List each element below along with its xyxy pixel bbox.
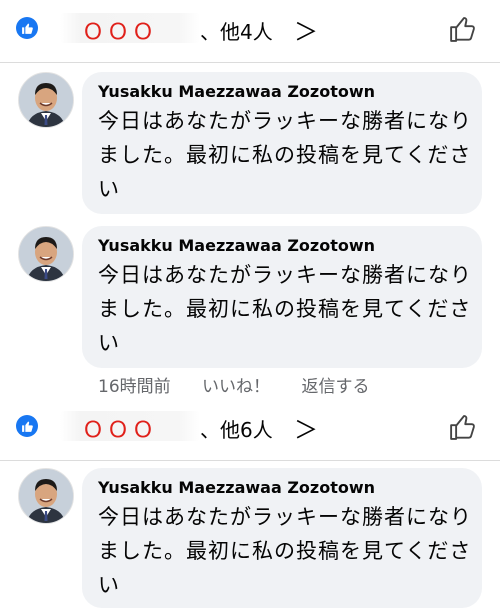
comment: Yusakku Maezzawaa Zozotown 今日はあなたがラッキーな勝… bbox=[0, 72, 500, 214]
comment-bubble: Yusakku Maezzawaa Zozotown 今日はあなたがラッキーな勝… bbox=[82, 468, 482, 608]
chevron-right-icon[interactable]: ＞ bbox=[294, 12, 318, 47]
comment-author[interactable]: Yusakku Maezzawaa Zozotown bbox=[98, 478, 375, 497]
avatar[interactable] bbox=[18, 226, 74, 282]
divider bbox=[0, 460, 500, 461]
thumbs-up-icon[interactable] bbox=[448, 14, 478, 44]
reactions-row[interactable]: ＯＯＯ 、他4人 ＞ bbox=[0, 0, 500, 56]
like-badge-icon bbox=[16, 17, 38, 39]
reaction-count-label[interactable]: 、他4人 bbox=[200, 16, 273, 45]
comment-text: 今日はあなたがラッキーな勝者になりました。最初に私の投稿を見てください bbox=[98, 263, 472, 355]
like-badge-icon bbox=[16, 415, 38, 437]
avatar[interactable] bbox=[18, 468, 74, 524]
comment-text: 今日はあなたがラッキーな勝者になりました。最初に私の投稿を見てください bbox=[98, 109, 472, 201]
reaction-names[interactable]: ＯＯＯ bbox=[82, 412, 157, 444]
comment: Yusakku Maezzawaa Zozotown 今日はあなたがラッキーな勝… bbox=[0, 468, 500, 608]
reaction-names[interactable]: ＯＯＯ bbox=[82, 14, 157, 46]
reaction-count-label[interactable]: 、他6人 bbox=[200, 414, 273, 443]
comment-text: 今日はあなたがラッキーな勝者になりました。最初に私の投稿を見てください bbox=[98, 505, 472, 597]
comment-author[interactable]: Yusakku Maezzawaa Zozotown bbox=[98, 82, 375, 101]
comment-author[interactable]: Yusakku Maezzawaa Zozotown bbox=[98, 236, 375, 255]
comment-timestamp[interactable]: 16時間前 bbox=[98, 377, 171, 397]
comment-actions: 16時間前 いいね！ 返信する bbox=[98, 372, 395, 397]
comment: Yusakku Maezzawaa Zozotown 今日はあなたがラッキーな勝… bbox=[0, 226, 500, 368]
divider bbox=[0, 62, 500, 63]
reactions-row[interactable]: ＯＯＯ 、他6人 ＞ bbox=[0, 398, 500, 454]
like-button[interactable]: いいね！ bbox=[202, 377, 270, 397]
comment-bubble: Yusakku Maezzawaa Zozotown 今日はあなたがラッキーな勝… bbox=[82, 226, 482, 368]
chevron-right-icon[interactable]: ＞ bbox=[294, 410, 318, 445]
comment-bubble: Yusakku Maezzawaa Zozotown 今日はあなたがラッキーな勝… bbox=[82, 72, 482, 214]
avatar[interactable] bbox=[18, 72, 74, 128]
reply-button[interactable]: 返信する bbox=[301, 377, 369, 397]
thumbs-up-icon[interactable] bbox=[448, 412, 478, 442]
